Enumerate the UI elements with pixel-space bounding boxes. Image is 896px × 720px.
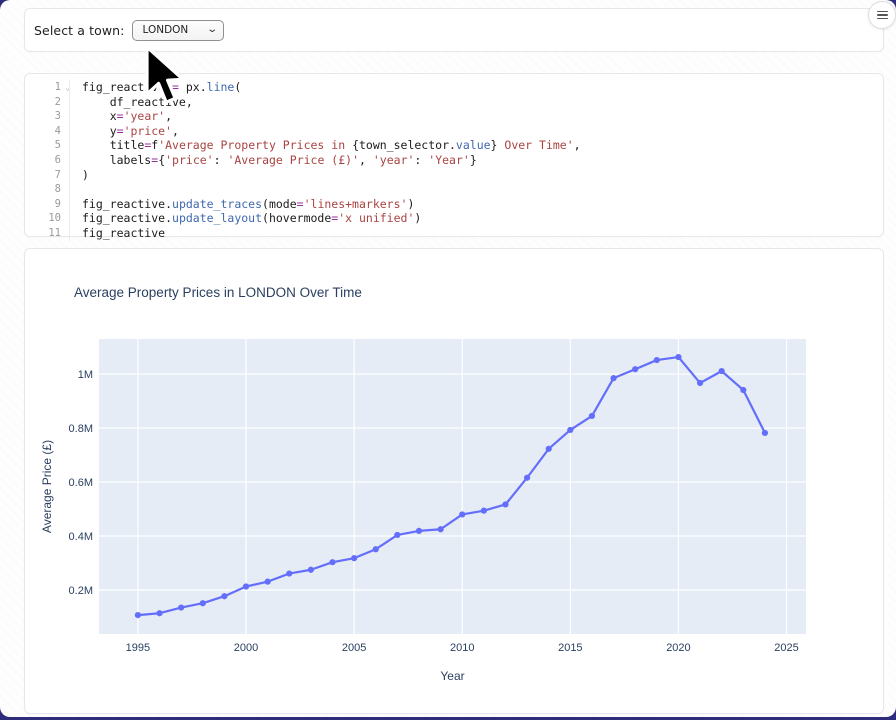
data-point-marker	[135, 612, 141, 618]
data-point-marker	[502, 501, 508, 507]
line-number: 11	[25, 226, 69, 241]
hamburger-icon	[877, 9, 888, 22]
data-point-marker	[416, 528, 422, 534]
line-number: 6	[25, 153, 69, 168]
x-axis-title: Year	[440, 669, 464, 683]
x-tick-label: 2025	[774, 642, 798, 654]
code-text: labels={'price': 'Average Price (£)', 'y…	[69, 153, 883, 168]
code-line[interactable]: 4 y='price',	[25, 124, 883, 139]
cell-chart-output: Average Property Prices in LONDON Over T…	[24, 248, 884, 714]
code-text: fig_reactive	[69, 226, 883, 241]
y-tick-label: 1M	[78, 369, 93, 381]
line-number: 1⌄	[25, 80, 69, 95]
code-text: fig_reactive.update_traces(mode='lines+m…	[69, 197, 883, 212]
chevron-down-icon: ⌄	[206, 25, 218, 35]
cell-code-editor[interactable]: 1⌄fig_reactive = px.line(2 df_reactive,3…	[24, 73, 884, 237]
data-point-marker	[654, 357, 660, 363]
code-line[interactable]: 11fig_reactive	[25, 226, 883, 241]
notebook-page: Select a town: LONDON ⌄ 1⌄fig_reactive =…	[0, 0, 896, 717]
code-line[interactable]: 1⌄fig_reactive = px.line(	[25, 80, 883, 95]
code-text: df_reactive,	[69, 95, 883, 110]
line-number: 7	[25, 168, 69, 183]
code-line[interactable]: 5 title=f'Average Property Prices in {to…	[25, 138, 883, 153]
cell-town-selector: Select a town: LONDON ⌄	[24, 8, 884, 52]
data-point-marker	[265, 579, 271, 585]
menu-button[interactable]	[868, 1, 896, 29]
data-point-marker	[697, 380, 703, 386]
code-line[interactable]: 10fig_reactive.update_layout(hovermode='…	[25, 211, 883, 226]
code-text: fig_reactive.update_layout(hovermode='x …	[69, 211, 883, 226]
code-line[interactable]: 6 labels={'price': 'Average Price (£)', …	[25, 153, 883, 168]
chart-title: Average Property Prices in LONDON Over T…	[74, 285, 362, 300]
data-point-marker	[546, 446, 552, 452]
line-number: 10	[25, 211, 69, 226]
data-point-marker	[178, 604, 184, 610]
code-line[interactable]: 2 df_reactive,	[25, 95, 883, 110]
line-number: 3	[25, 109, 69, 124]
code-line[interactable]: 3 x='year',	[25, 109, 883, 124]
line-number: 5	[25, 138, 69, 153]
fold-chevron-icon[interactable]: ⌄	[65, 81, 70, 96]
data-point-marker	[243, 583, 249, 589]
town-selector-label: Select a town:	[34, 23, 124, 38]
code-text: title=f'Average Property Prices in {town…	[69, 138, 883, 153]
code-line[interactable]: 9fig_reactive.update_traces(mode='lines+…	[25, 197, 883, 212]
data-point-marker	[524, 475, 530, 481]
code-text: x='year',	[69, 109, 883, 124]
code-text	[69, 182, 883, 197]
data-point-marker	[308, 567, 314, 573]
data-point-marker	[459, 511, 465, 517]
code-text: fig_reactive = px.line(	[69, 80, 883, 95]
x-tick-label: 2000	[234, 642, 258, 654]
data-point-marker	[373, 546, 379, 552]
code-text: y='price',	[69, 124, 883, 139]
data-point-marker	[610, 375, 616, 381]
y-axis-title: Average Price (£)	[40, 440, 54, 533]
y-tick-label: 0.6M	[69, 477, 93, 489]
data-point-marker	[675, 354, 681, 360]
data-point-marker	[286, 570, 292, 576]
code-lines-container: 1⌄fig_reactive = px.line(2 df_reactive,3…	[25, 80, 883, 241]
data-point-marker	[329, 559, 335, 565]
data-point-marker	[481, 508, 487, 514]
town-dropdown-value: LONDON	[142, 24, 188, 36]
data-point-marker	[632, 366, 638, 372]
property-price-line-chart: Average Property Prices in LONDON Over T…	[25, 249, 883, 713]
line-number: 2	[25, 95, 69, 110]
y-tick-label: 0.2M	[69, 585, 93, 597]
line-number: 8	[25, 182, 69, 197]
data-point-marker	[438, 526, 444, 532]
x-tick-label: 2020	[666, 642, 690, 654]
data-point-marker	[740, 387, 746, 393]
x-tick-label: 2005	[342, 642, 366, 654]
data-point-marker	[221, 593, 227, 599]
y-tick-label: 0.8M	[69, 423, 93, 435]
data-point-marker	[156, 610, 162, 616]
code-line[interactable]: 8	[25, 182, 883, 197]
line-number: 4	[25, 124, 69, 139]
data-point-marker	[351, 555, 357, 561]
x-tick-label: 2010	[450, 642, 474, 654]
x-tick-label: 2015	[558, 642, 582, 654]
data-point-marker	[567, 427, 573, 433]
y-tick-label: 0.4M	[69, 531, 93, 543]
line-number: 9	[25, 197, 69, 212]
data-point-marker	[762, 430, 768, 436]
data-point-marker	[719, 368, 725, 374]
code-line[interactable]: 7)	[25, 168, 883, 183]
code-text: )	[69, 168, 883, 183]
data-point-marker	[200, 600, 206, 606]
town-dropdown[interactable]: LONDON ⌄	[132, 20, 224, 41]
data-point-marker	[394, 532, 400, 538]
x-tick-label: 1995	[126, 642, 150, 654]
data-point-marker	[589, 413, 595, 419]
